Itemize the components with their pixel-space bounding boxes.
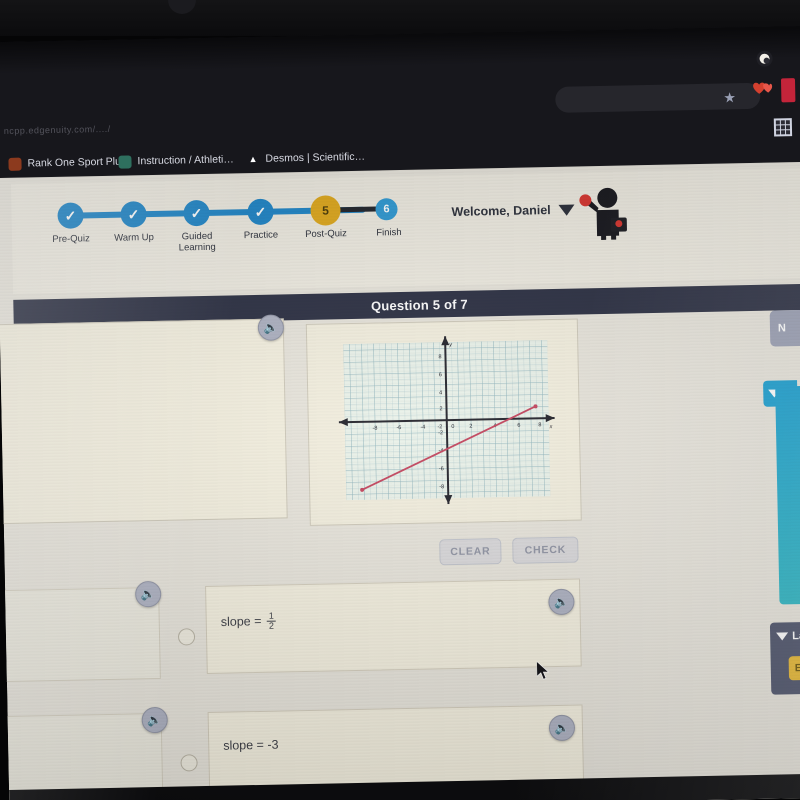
url-text: ncpp.edgenuity.com/..../ — [3, 123, 111, 136]
svg-text:-6: -6 — [439, 466, 444, 472]
browser-chrome: ★ ncpp.edgenuity.com/..../ Rank One Spor… — [0, 25, 800, 179]
bookmark-star-icon[interactable]: ★ — [723, 89, 736, 106]
progress-step-finish[interactable]: 6 — [375, 198, 398, 221]
svg-text:-2: -2 — [438, 430, 443, 436]
welcome-menu[interactable]: Welcome, Daniel — [451, 203, 575, 219]
progress-tracker: ✓ Pre-Quiz ✓ Warm Up ✓ Guided Learning ✓… — [35, 188, 402, 253]
extension-heart-icon[interactable] — [751, 81, 773, 97]
speaker-icon-answer-b-left[interactable]: 🔈 — [141, 706, 168, 734]
answer-radio-b[interactable] — [180, 754, 198, 772]
answer-card-a[interactable]: slope = 1 2 — [205, 578, 582, 675]
laptop-screen: ★ ncpp.edgenuity.com/..../ Rank One Spor… — [0, 25, 800, 800]
check-icon: ✓ — [127, 206, 140, 223]
step-number: 6 — [383, 203, 390, 216]
instruction-favicon — [118, 154, 132, 169]
progress-step-guided-learning[interactable]: ✓ — [183, 199, 210, 227]
svg-text:-8: -8 — [439, 484, 444, 490]
progress-step-practice[interactable]: ✓ — [247, 198, 274, 226]
answer-radio-a[interactable] — [177, 628, 196, 646]
graph-svg: -8 -6 -4 -2 0 2 4 6 8 x — [338, 336, 555, 505]
extension-icon[interactable] — [756, 50, 773, 67]
svg-text:-6: -6 — [396, 425, 401, 431]
fraction-one-half: 1 2 — [266, 611, 276, 632]
svg-text:x: x — [548, 424, 552, 430]
answer-value-b: -3 — [267, 737, 279, 752]
chevron-down-icon[interactable] — [776, 632, 789, 641]
answer-text-a: slope = 1 2 — [220, 611, 277, 633]
tab-title: Instruction / Athleti… — [137, 153, 234, 168]
app-header: ✓ Pre-Quiz ✓ Warm Up ✓ Guided Learning ✓… — [10, 167, 800, 326]
fraction-denominator: 2 — [268, 621, 275, 632]
answer-prefix-a: slope = — [220, 614, 266, 629]
mouse-pointer-icon — [536, 661, 550, 680]
progress-step-post-quiz[interactable]: 5 — [310, 195, 341, 226]
check-button[interactable]: CHECK — [512, 536, 579, 564]
language-button[interactable]: EN — [788, 655, 800, 681]
clear-button[interactable]: CLEAR — [439, 538, 502, 566]
answer-text-b: slope = -3 — [223, 738, 279, 753]
graph-card: -8 -6 -4 -2 0 2 4 6 8 x — [305, 318, 582, 526]
svg-text:0: 0 — [451, 424, 454, 430]
svg-text:-4: -4 — [420, 425, 425, 431]
check-icon: ✓ — [254, 203, 267, 220]
extension-red-icon[interactable] — [780, 78, 796, 103]
svg-text:8: 8 — [538, 422, 541, 428]
rankone-favicon — [8, 157, 22, 171]
answer-prefix-b: slope = — [223, 737, 268, 753]
svg-text:2: 2 — [469, 424, 472, 430]
avatar[interactable] — [576, 183, 633, 241]
progress-label-practice: Practice — [243, 229, 279, 242]
language-panel: Lang EN — [769, 621, 800, 695]
svg-text:6: 6 — [517, 423, 520, 429]
language-label: Lang — [792, 629, 800, 643]
sidebar-top-button[interactable]: N — [769, 309, 800, 347]
action-buttons: CLEAR CHECK — [434, 536, 595, 569]
svg-text:2: 2 — [439, 406, 442, 412]
svg-text:4: 4 — [439, 390, 442, 396]
progress-step-pre-quiz[interactable]: ✓ — [57, 202, 84, 229]
svg-text:-8: -8 — [372, 426, 377, 432]
tab-instruction-athletics[interactable]: Instruction / Athleti… — [118, 148, 234, 172]
svg-text:8: 8 — [438, 354, 441, 360]
tab-title: Desmos | Scientific… — [265, 150, 366, 165]
tab-rank-one-sport[interactable]: Rank One Sport Plu… — [8, 150, 132, 174]
check-icon: ✓ — [190, 205, 203, 222]
tab-title: Rank One Sport Plu… — [27, 155, 132, 170]
answer-options: 🔈 slope = 1 2 🔈 🔈 slope = -3 🔈 — [0, 572, 800, 800]
webcam-notch — [168, 0, 196, 14]
question-content: 🔈 -8 -6 -4 -2 0 2 6 8 x 8 6 4 2 -2 -6 -8… — [0, 304, 800, 800]
coordinate-graph: -8 -6 -4 -2 0 2 4 6 8 x — [337, 334, 556, 506]
web-page: ✓ Pre-Quiz ✓ Warm Up ✓ Guided Learning ✓… — [0, 161, 800, 800]
welcome-text: Welcome, Daniel — [451, 203, 551, 219]
svg-text:6: 6 — [439, 372, 442, 378]
progress-step-warm-up[interactable]: ✓ — [120, 201, 147, 228]
check-icon: ✓ — [64, 207, 77, 224]
desmos-favicon: ▲ — [248, 153, 258, 165]
progress-label-finish: Finish — [376, 227, 402, 239]
tab-desmos-scientific[interactable]: ▲ Desmos | Scientific… — [246, 146, 365, 170]
question-prompt-card — [0, 318, 288, 525]
laptop-photo: ★ ncpp.edgenuity.com/..../ Rank One Spor… — [0, 0, 800, 800]
chevron-down-icon[interactable] — [558, 204, 575, 216]
step-number: 5 — [322, 203, 330, 218]
sidebar-tools-panel: c f g — [775, 385, 800, 605]
